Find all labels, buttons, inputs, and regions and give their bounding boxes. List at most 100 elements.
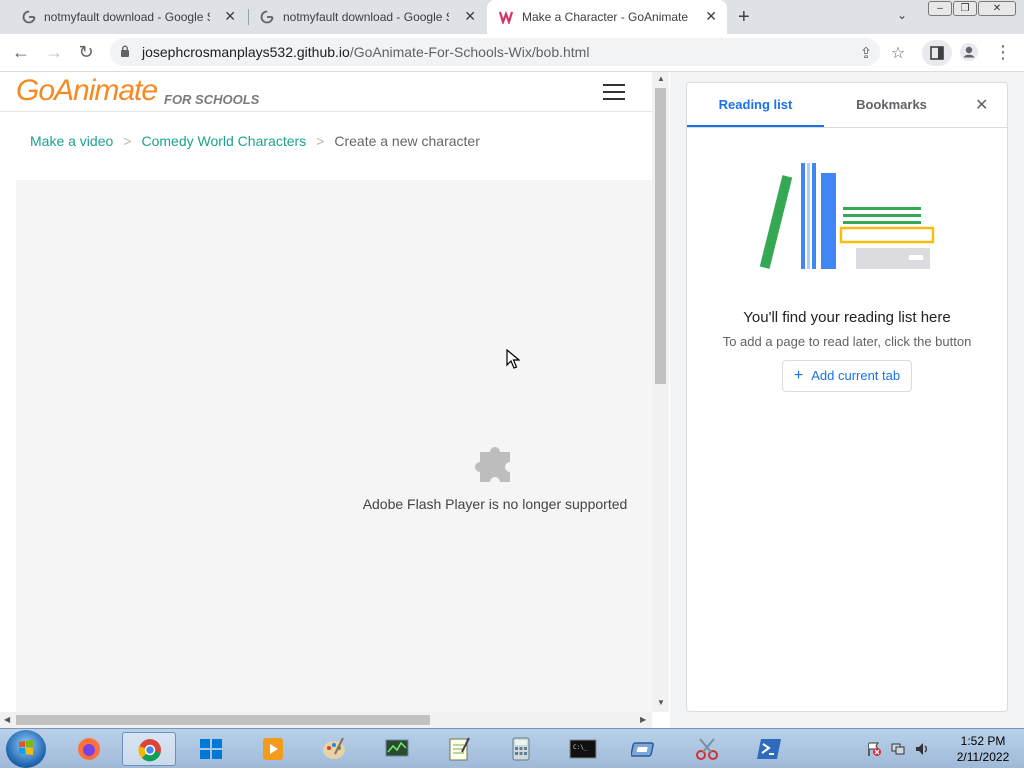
media-player-icon	[263, 738, 283, 760]
chevron-right-icon: >	[316, 133, 325, 149]
divider	[687, 127, 1007, 128]
taskbar-firefox[interactable]	[62, 732, 116, 766]
tab-bookmarks[interactable]: Bookmarks	[824, 83, 959, 127]
close-icon[interactable]: ✕	[464, 8, 476, 25]
taskbar: C:\_ 1:52 PM 2/11/2022	[0, 728, 1024, 768]
share-icon[interactable]: ⇪	[855, 44, 877, 62]
drive-icon	[631, 742, 654, 757]
taskbar-task-manager[interactable]	[370, 732, 424, 766]
google-icon	[260, 10, 274, 24]
flash-embed-area	[16, 180, 652, 712]
vertical-scroll-thumb[interactable]	[655, 88, 666, 384]
taskbar-chrome[interactable]	[122, 732, 176, 766]
mouse-cursor-icon	[506, 349, 520, 369]
volume-icon[interactable]	[914, 741, 930, 757]
taskbar-powershell[interactable]	[742, 732, 796, 766]
task-manager-icon	[385, 739, 409, 757]
close-icon[interactable]: ✕	[224, 8, 236, 25]
tab-3-active[interactable]: Make a Character - GoAnimate F ✕	[487, 0, 727, 34]
scroll-down-icon[interactable]: ▼	[657, 698, 665, 707]
star-icon[interactable]: ☆	[887, 43, 909, 63]
svg-text:C:\_: C:\_	[573, 744, 588, 751]
tab-title: notmyfault download - Google S	[283, 10, 449, 24]
reading-list-illustration	[759, 163, 935, 269]
taskbar-command-prompt[interactable]: C:\_	[556, 732, 610, 766]
hamburger-menu-icon[interactable]	[603, 84, 625, 100]
taskbar-calculator[interactable]	[494, 732, 548, 766]
taskbar-paint[interactable]	[308, 732, 362, 766]
puzzle-piece-icon	[475, 447, 510, 482]
minimize-button[interactable]: –	[928, 1, 952, 16]
tab-2[interactable]: notmyfault download - Google S ✕	[240, 0, 486, 34]
calculator-icon	[512, 737, 530, 761]
logo[interactable]: GoAnimate	[16, 74, 158, 108]
tab-reading-list[interactable]: Reading list	[687, 83, 824, 127]
powershell-icon	[757, 739, 781, 759]
horizontal-scroll-thumb[interactable]	[16, 715, 430, 725]
page-content: GoAnimate FOR SCHOOLS Make a video > Comed…	[0, 72, 652, 712]
close-window-button[interactable]: ✕	[978, 1, 1016, 16]
taskbar-notepad[interactable]	[432, 732, 486, 766]
browser-toolbar: ← → ↻ josephcrosmanplays532.github.io/Go…	[0, 34, 1024, 72]
new-tab-button[interactable]: +	[738, 6, 750, 29]
reading-list-empty-title: You'll find your reading list here	[743, 309, 951, 326]
logo-subtitle: FOR SCHOOLS	[164, 92, 260, 107]
url-text[interactable]: josephcrosmanplays532.github.io/GoAnimat…	[142, 44, 589, 60]
breadcrumb: Make a video > Comedy World Characters > Cre…	[30, 133, 480, 149]
command-prompt-icon: C:\_	[569, 739, 597, 759]
breadcrumb-current: Create a new character	[334, 133, 480, 149]
vertical-scrollbar[interactable]: ▲ ▼	[652, 72, 669, 712]
side-panel-icon	[930, 46, 944, 60]
network-icon[interactable]	[890, 741, 906, 757]
clock-time[interactable]: 1:52 PM	[948, 734, 1018, 748]
breadcrumb-make-video[interactable]: Make a video	[30, 133, 113, 149]
scissors-icon	[696, 738, 718, 760]
tab-strip: notmyfault download - Google S ✕ notmyfa…	[0, 0, 1024, 34]
side-panel-button[interactable]	[922, 40, 952, 66]
close-icon[interactable]: ✕	[705, 8, 717, 25]
add-button-label: Add current tab	[811, 368, 901, 383]
tab-title: Make a Character - GoAnimate F	[522, 10, 688, 24]
tab-1[interactable]: notmyfault download - Google S ✕	[0, 0, 246, 34]
start-button[interactable]	[6, 730, 46, 768]
system-tray: 1:52 PM 2/11/2022	[860, 729, 1024, 769]
address-bar[interactable]: josephcrosmanplays532.github.io/GoAnimat…	[110, 38, 880, 66]
taskbar-windows[interactable]	[184, 732, 238, 766]
google-icon	[22, 10, 36, 24]
side-panel: Reading list Bookmarks ✕ You'll find you…	[670, 72, 1024, 728]
reload-icon[interactable]: ↻	[75, 42, 97, 63]
windows-icon	[200, 739, 222, 759]
tab-title: notmyfault download - Google S	[44, 10, 210, 24]
taskbar-remote-desktop[interactable]	[618, 732, 672, 766]
clock-date[interactable]: 2/11/2022	[948, 750, 1018, 764]
url-path: /GoAnimate-For-Schools-Wix/bob.html	[349, 44, 590, 60]
wix-icon	[499, 10, 513, 24]
profile-icon[interactable]	[958, 42, 980, 67]
lock-icon[interactable]	[120, 45, 130, 57]
action-center-flag-icon[interactable]	[866, 741, 882, 757]
close-icon[interactable]: ✕	[975, 95, 988, 115]
back-icon[interactable]: ←	[10, 42, 32, 63]
paint-icon	[323, 737, 345, 759]
reading-list-card: Reading list Bookmarks ✕ You'll find you…	[686, 82, 1008, 712]
url-host: josephcrosmanplays532.github.io	[142, 44, 350, 60]
scroll-left-icon[interactable]: ◀	[4, 715, 10, 724]
breadcrumb-comedy-world[interactable]: Comedy World Characters	[141, 133, 306, 149]
taskbar-snipping-tool[interactable]	[680, 732, 734, 766]
windows-logo-icon	[19, 740, 33, 755]
taskbar-media-player[interactable]	[246, 732, 300, 766]
tab-search-icon[interactable]: ⌄	[897, 8, 907, 22]
forward-icon[interactable]: →	[43, 42, 65, 63]
add-current-tab-button[interactable]: + Add current tab	[782, 360, 912, 392]
chevron-right-icon: >	[123, 133, 132, 149]
restore-button[interactable]: ❐	[953, 1, 977, 16]
horizontal-scrollbar[interactable]: ◀ ▶	[0, 712, 652, 728]
flash-unsupported-message: Adobe Flash Player is no longer supporte…	[362, 496, 628, 512]
scroll-up-icon[interactable]: ▲	[657, 74, 665, 83]
reading-list-empty-subtitle: To add a page to read later, click the b…	[722, 334, 972, 349]
scroll-right-icon[interactable]: ▶	[640, 715, 646, 724]
site-header: GoAnimate FOR SCHOOLS	[0, 72, 652, 112]
notepad-icon	[449, 737, 470, 761]
firefox-icon	[78, 738, 100, 760]
menu-icon[interactable]: ⋮	[992, 42, 1014, 63]
